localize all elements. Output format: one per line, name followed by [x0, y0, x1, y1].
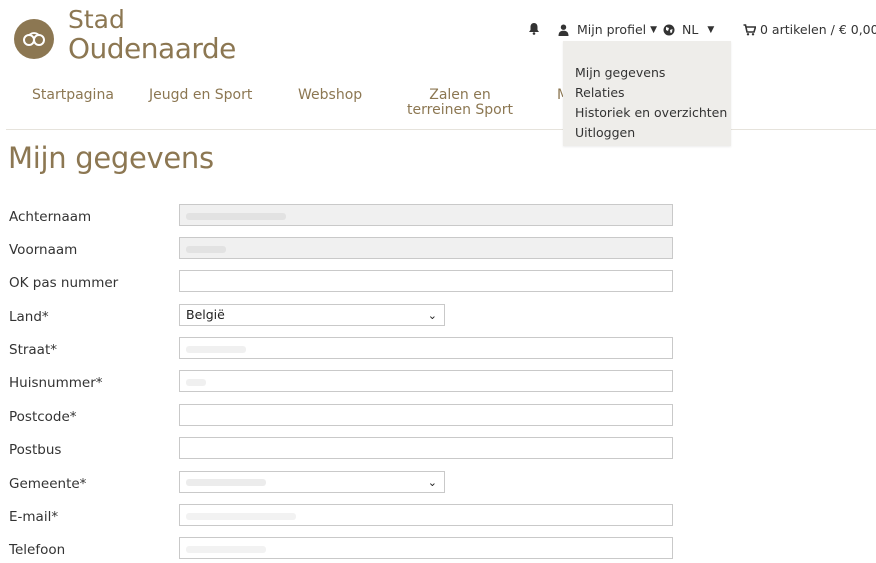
form-row-ok-pas-nummer: OK pas nummer: [0, 270, 876, 296]
caret-down-icon: ▼: [650, 24, 658, 35]
ok-pas-nummer-input[interactable]: [179, 270, 673, 292]
notifications-button[interactable]: [528, 22, 540, 35]
menu-item-historiek-en-overzichten[interactable]: Historiek en overzichten: [575, 105, 727, 120]
cart-summary: 0 artikelen / € 0,00: [760, 22, 876, 37]
redacted-value: [186, 346, 246, 353]
huisnummer-input[interactable]: [179, 370, 673, 392]
field-label-straat: Straat*: [9, 342, 58, 358]
cart-button[interactable]: 0 artikelen / € 0,00: [743, 22, 876, 37]
land-selected-value: België: [186, 307, 225, 322]
field-label-huisnummer: Huisnummer*: [9, 375, 103, 391]
field-label-ok-pas-nummer: OK pas nummer: [9, 275, 119, 291]
form-row-postcode: Postcode*: [0, 404, 876, 430]
page-title: Mijn gegevens: [8, 141, 214, 175]
caret-down-icon: ▼: [707, 24, 715, 35]
form-row-land: Land* België ⌄: [0, 304, 876, 330]
redacted-value: [186, 246, 226, 253]
nav-item-jeugd-en-sport[interactable]: Jeugd en Sport: [149, 88, 252, 103]
language-label: NL: [682, 22, 699, 37]
form-row-telefoon: Telefoon: [0, 537, 876, 563]
globe-icon: [663, 24, 675, 35]
nav-item-webshop[interactable]: Webshop: [298, 88, 362, 103]
redacted-value: [186, 479, 266, 486]
logo-emblem-icon: [14, 19, 54, 59]
postbus-input[interactable]: [179, 437, 673, 459]
voornaam-input[interactable]: [179, 237, 673, 259]
chevron-down-icon: ⌄: [427, 476, 437, 489]
field-label-email: E-mail*: [9, 509, 59, 525]
nav-item-zalen-en-terreinen-sport[interactable]: Zalen en terreinen Sport: [397, 88, 523, 118]
nav-item-startpagina[interactable]: Startpagina: [32, 88, 114, 103]
bell-icon: [529, 23, 539, 35]
field-label-voornaam: Voornaam: [9, 242, 78, 258]
site-logo[interactable]: Stad Oudenaarde: [10, 5, 260, 70]
form-row-achternaam: Achternaam: [0, 204, 876, 230]
form-row-voornaam: Voornaam: [0, 237, 876, 263]
profile-menu-button[interactable]: Mijn profiel ▼: [558, 22, 657, 37]
redacted-value: [186, 379, 206, 386]
field-label-postbus: Postbus: [9, 442, 62, 458]
land-select[interactable]: België ⌄: [179, 304, 445, 326]
main-navigation: Startpagina Jeugd en Sport Webshop Zalen…: [0, 88, 876, 128]
profile-label: Mijn profiel: [577, 22, 647, 37]
form-row-straat: Straat*: [0, 337, 876, 363]
menu-item-relaties[interactable]: Relaties: [575, 85, 625, 100]
brand-line-1: Stad: [68, 5, 125, 34]
email-input[interactable]: [179, 504, 673, 526]
chevron-down-icon: ⌄: [427, 309, 437, 322]
field-label-achternaam: Achternaam: [9, 209, 92, 225]
language-selector[interactable]: NL ▼: [663, 22, 714, 37]
form-row-huisnummer: Huisnummer*: [0, 370, 876, 396]
form-row-postbus: Postbus: [0, 437, 876, 463]
menu-item-uitloggen[interactable]: Uitloggen: [575, 125, 635, 140]
field-label-land: Land*: [9, 309, 49, 325]
form-row-gemeente: Gemeente* ⌄: [0, 471, 876, 497]
form-row-email: E-mail*: [0, 504, 876, 530]
brand-line-2: Oudenaarde: [68, 32, 236, 65]
achternaam-input[interactable]: [179, 204, 673, 226]
straat-input[interactable]: [179, 337, 673, 359]
postcode-input[interactable]: [179, 404, 673, 426]
field-label-postcode: Postcode*: [9, 409, 77, 425]
menu-item-mijn-gegevens[interactable]: Mijn gegevens: [575, 65, 665, 80]
cart-icon: [743, 23, 756, 35]
redacted-value: [186, 513, 296, 520]
gemeente-select[interactable]: ⌄: [179, 471, 445, 493]
redacted-value: [186, 213, 286, 220]
user-icon: [558, 24, 569, 36]
nav-divider: [6, 129, 876, 130]
field-label-gemeente: Gemeente*: [9, 476, 87, 492]
redacted-value: [186, 546, 266, 553]
profile-dropdown-menu: Mijn gegevens Relaties Historiek en over…: [563, 41, 731, 146]
